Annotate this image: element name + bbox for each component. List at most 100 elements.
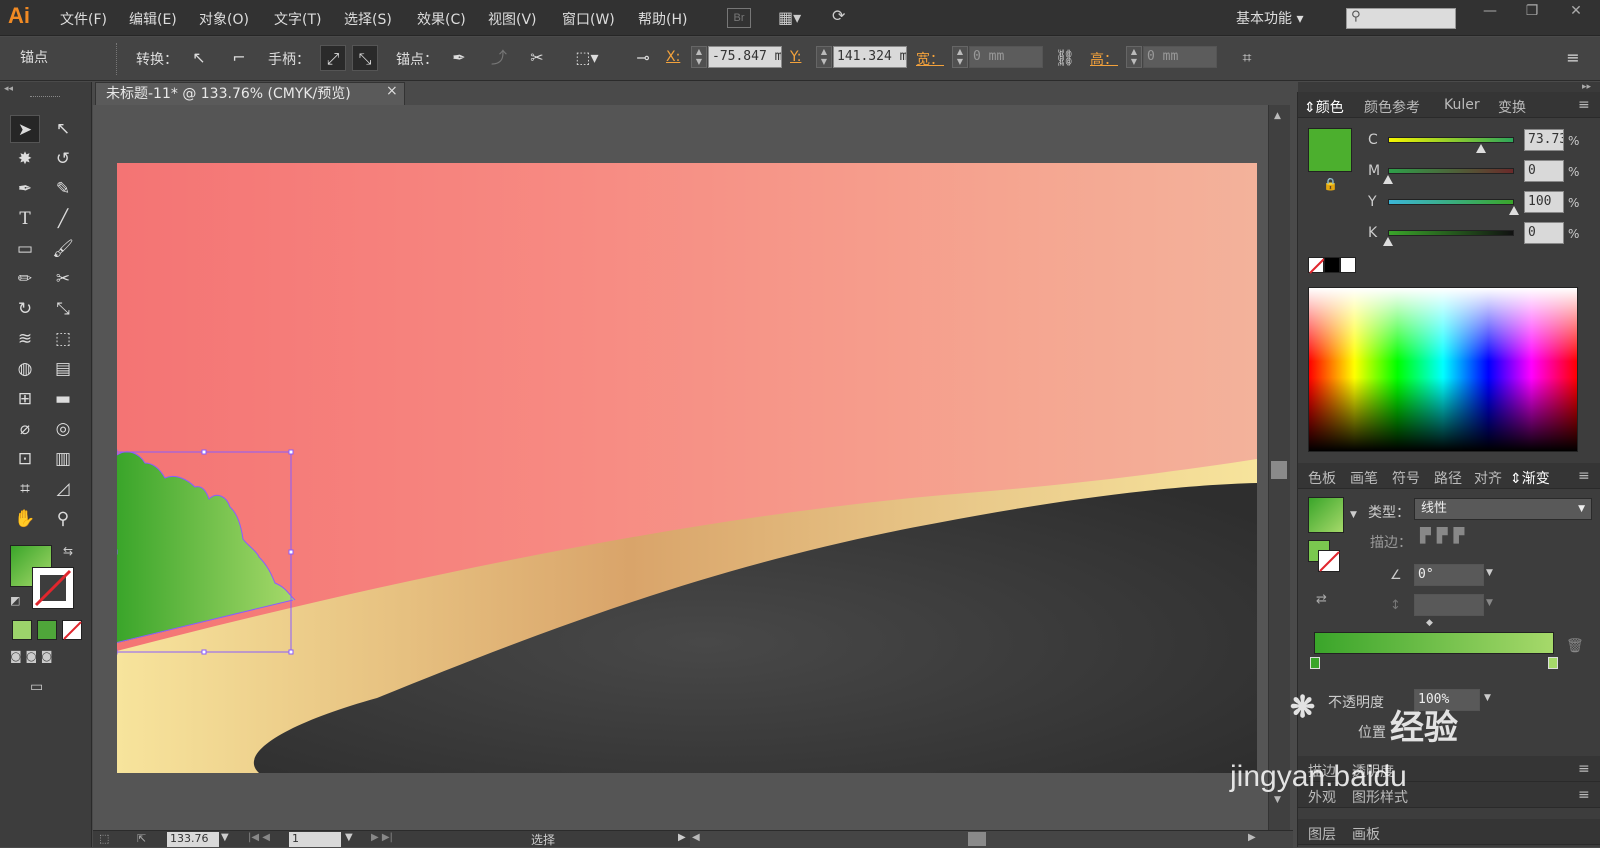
channel-m-slider[interactable] xyxy=(1388,168,1514,174)
document-tab[interactable]: 未标题-11* @ 133.76% (CMYK/预览) xyxy=(95,82,405,105)
rotate-tool-icon[interactable]: ↻ xyxy=(10,295,40,323)
zoom-dropdown-icon[interactable]: ▼ xyxy=(221,832,229,843)
menu-type[interactable]: 文字(T) xyxy=(274,9,321,29)
channel-m-field[interactable]: 0 xyxy=(1524,160,1564,182)
draw-modes-icon[interactable]: ◙ ◙ ◙ xyxy=(10,649,84,669)
channel-c-slider[interactable] xyxy=(1388,137,1514,143)
column-graph-tool-icon[interactable]: ▥ xyxy=(48,445,78,473)
tab-appearance[interactable]: 外观 xyxy=(1308,787,1336,807)
magic-wand-tool-icon[interactable]: ✸ xyxy=(10,145,40,173)
transform-icon[interactable]: ⌗ xyxy=(1234,45,1260,71)
scissors-tool-icon[interactable]: ✂ xyxy=(48,265,78,293)
type-tool-icon[interactable]: T xyxy=(10,205,40,233)
link-proportions-icon[interactable]: ⛓ xyxy=(1052,45,1078,71)
color-spectrum[interactable] xyxy=(1308,287,1578,452)
perspective-grid-tool-icon[interactable]: ▤ xyxy=(48,355,78,383)
pencil-tool-icon[interactable]: ✏ xyxy=(10,265,40,293)
scroll-up-icon[interactable]: ▲ xyxy=(1274,111,1281,121)
tab-pathfinder[interactable]: 路径 xyxy=(1434,468,1462,488)
connect-anchors-icon[interactable]: ⤴ xyxy=(486,45,512,71)
tab-transform[interactable]: 变换 xyxy=(1498,97,1526,117)
appearance-panel-menu-icon[interactable]: ≡ xyxy=(1578,787,1590,803)
channel-k-field[interactable]: 0 xyxy=(1524,222,1564,244)
hide-handles-icon[interactable]: ⤡ xyxy=(352,45,378,71)
gradient-type-select[interactable]: 线性 ▼ xyxy=(1414,498,1592,520)
sync-settings-icon[interactable]: ⟳ xyxy=(832,6,860,30)
zoom-field[interactable]: 133.76 xyxy=(167,832,219,847)
screen-mode-icon[interactable]: ▭ xyxy=(30,679,43,695)
none-swatch[interactable] xyxy=(1308,257,1325,274)
search-input[interactable]: ⚲ xyxy=(1346,8,1456,29)
width-spinner[interactable]: ▲ ▼ xyxy=(952,46,968,68)
zoom-tool-icon[interactable]: ⚲ xyxy=(48,505,78,533)
pen-tool-icon[interactable]: ✒ xyxy=(10,175,40,203)
menu-window[interactable]: 窗口(W) xyxy=(562,9,615,29)
artboard-nav-icon[interactable]: ⬚ xyxy=(99,832,109,845)
direct-selection-tool-icon[interactable]: ↖ xyxy=(48,115,78,143)
gradient-stroke-swatch[interactable] xyxy=(1318,550,1340,572)
channel-m-thumb[interactable] xyxy=(1383,175,1393,184)
gradient-aspect-field[interactable] xyxy=(1414,594,1484,616)
scroll-thumb[interactable] xyxy=(1271,461,1287,479)
export-icon[interactable]: ⇱ xyxy=(137,832,146,845)
vertical-scrollbar[interactable]: ▲ ▼ xyxy=(1268,105,1290,830)
convert-to-corner-icon[interactable]: ↖ xyxy=(186,45,212,71)
tab-swatches[interactable]: 色板 xyxy=(1308,468,1336,488)
show-handles-icon[interactable]: ⤢ xyxy=(320,45,346,71)
workspace-switcher[interactable]: 基本功能 ▾ xyxy=(1236,8,1303,28)
angle-dropdown-icon[interactable]: ▼ xyxy=(1486,568,1493,578)
none-mode-icon[interactable] xyxy=(62,620,82,640)
black-swatch[interactable] xyxy=(1324,257,1340,273)
width-field[interactable]: 0 mm xyxy=(969,46,1043,68)
align-anchor-icon[interactable]: ⊸ xyxy=(630,45,656,71)
hscroll-thumb[interactable] xyxy=(968,832,986,846)
collapse-panels-icon[interactable]: ▸▸ xyxy=(1582,82,1591,92)
tab-color-guide[interactable]: 颜色参考 xyxy=(1364,97,1420,117)
tab-stroke[interactable]: 描边 xyxy=(1308,761,1336,781)
line-tool-icon[interactable]: ╱ xyxy=(48,205,78,233)
tab-brushes[interactable]: 画笔 xyxy=(1350,468,1378,488)
rectangle-tool-icon[interactable]: ▭ xyxy=(10,235,40,263)
tab-transparency[interactable]: 透明度 xyxy=(1352,761,1394,781)
menu-effect[interactable]: 效果(C) xyxy=(417,9,466,29)
menu-object[interactable]: 对象(O) xyxy=(199,9,249,29)
panel-menu-icon[interactable]: ≡ xyxy=(1578,97,1590,113)
minimize-button[interactable]: — xyxy=(1470,0,1510,24)
isolate-icon[interactable]: ⬚▾ xyxy=(574,45,600,71)
scale-tool-icon[interactable]: ⤡ xyxy=(48,295,78,323)
page-field[interactable]: 1 xyxy=(289,832,341,847)
curvature-tool-icon[interactable]: ✎ xyxy=(48,175,78,203)
blend-tool-icon[interactable]: ◎ xyxy=(48,415,78,443)
artboard[interactable] xyxy=(117,163,1257,773)
channel-k-slider[interactable] xyxy=(1388,230,1514,236)
warp-tool-icon[interactable]: ≋ xyxy=(10,325,40,353)
white-swatch[interactable] xyxy=(1340,257,1356,273)
delete-stop-icon[interactable]: 🗑 xyxy=(1566,638,1584,654)
menu-select[interactable]: 选择(S) xyxy=(344,9,392,29)
remove-anchor-icon[interactable]: ✒ xyxy=(446,45,472,71)
opacity-field[interactable]: 100% xyxy=(1414,689,1480,711)
eyedropper-tool-icon[interactable]: ⌀ xyxy=(10,415,40,443)
gradient-midpoint-icon[interactable]: ◆ xyxy=(1426,618,1433,628)
page-dropdown-icon[interactable]: ▼ xyxy=(345,832,353,843)
out-of-gamut-icon[interactable]: 🔒 xyxy=(1323,177,1338,191)
selection-tool-icon[interactable]: ➤ xyxy=(10,115,40,143)
scroll-down-icon[interactable]: ▼ xyxy=(1274,795,1281,805)
x-field[interactable]: -75.847 m xyxy=(708,46,782,68)
cut-path-icon[interactable]: ✂ xyxy=(524,45,550,71)
height-field[interactable]: 0 mm xyxy=(1143,46,1217,68)
gradient-slider-bar[interactable] xyxy=(1314,632,1554,654)
lasso-tool-icon[interactable]: ↺ xyxy=(48,145,78,173)
tab-gradient[interactable]: ⇕渐变 xyxy=(1510,468,1550,488)
gradient-stop-start[interactable] xyxy=(1310,657,1320,669)
channel-y-slider[interactable] xyxy=(1388,199,1514,205)
tab-kuler[interactable]: Kuler xyxy=(1444,97,1480,113)
restore-button[interactable]: ❐ xyxy=(1512,0,1552,24)
horizontal-scrollbar[interactable]: ◀ ▶ xyxy=(690,831,1293,848)
mesh-tool-icon[interactable]: ⊞ xyxy=(10,385,40,413)
gradient-panel-menu-icon[interactable]: ≡ xyxy=(1578,468,1590,484)
channel-c-field[interactable]: 73.73 xyxy=(1524,129,1564,151)
stroke-panel-menu-icon[interactable]: ≡ xyxy=(1578,761,1590,777)
x-spinner[interactable]: ▲ ▼ xyxy=(691,46,707,68)
arrange-documents-icon[interactable]: ▦▾ xyxy=(778,8,814,28)
